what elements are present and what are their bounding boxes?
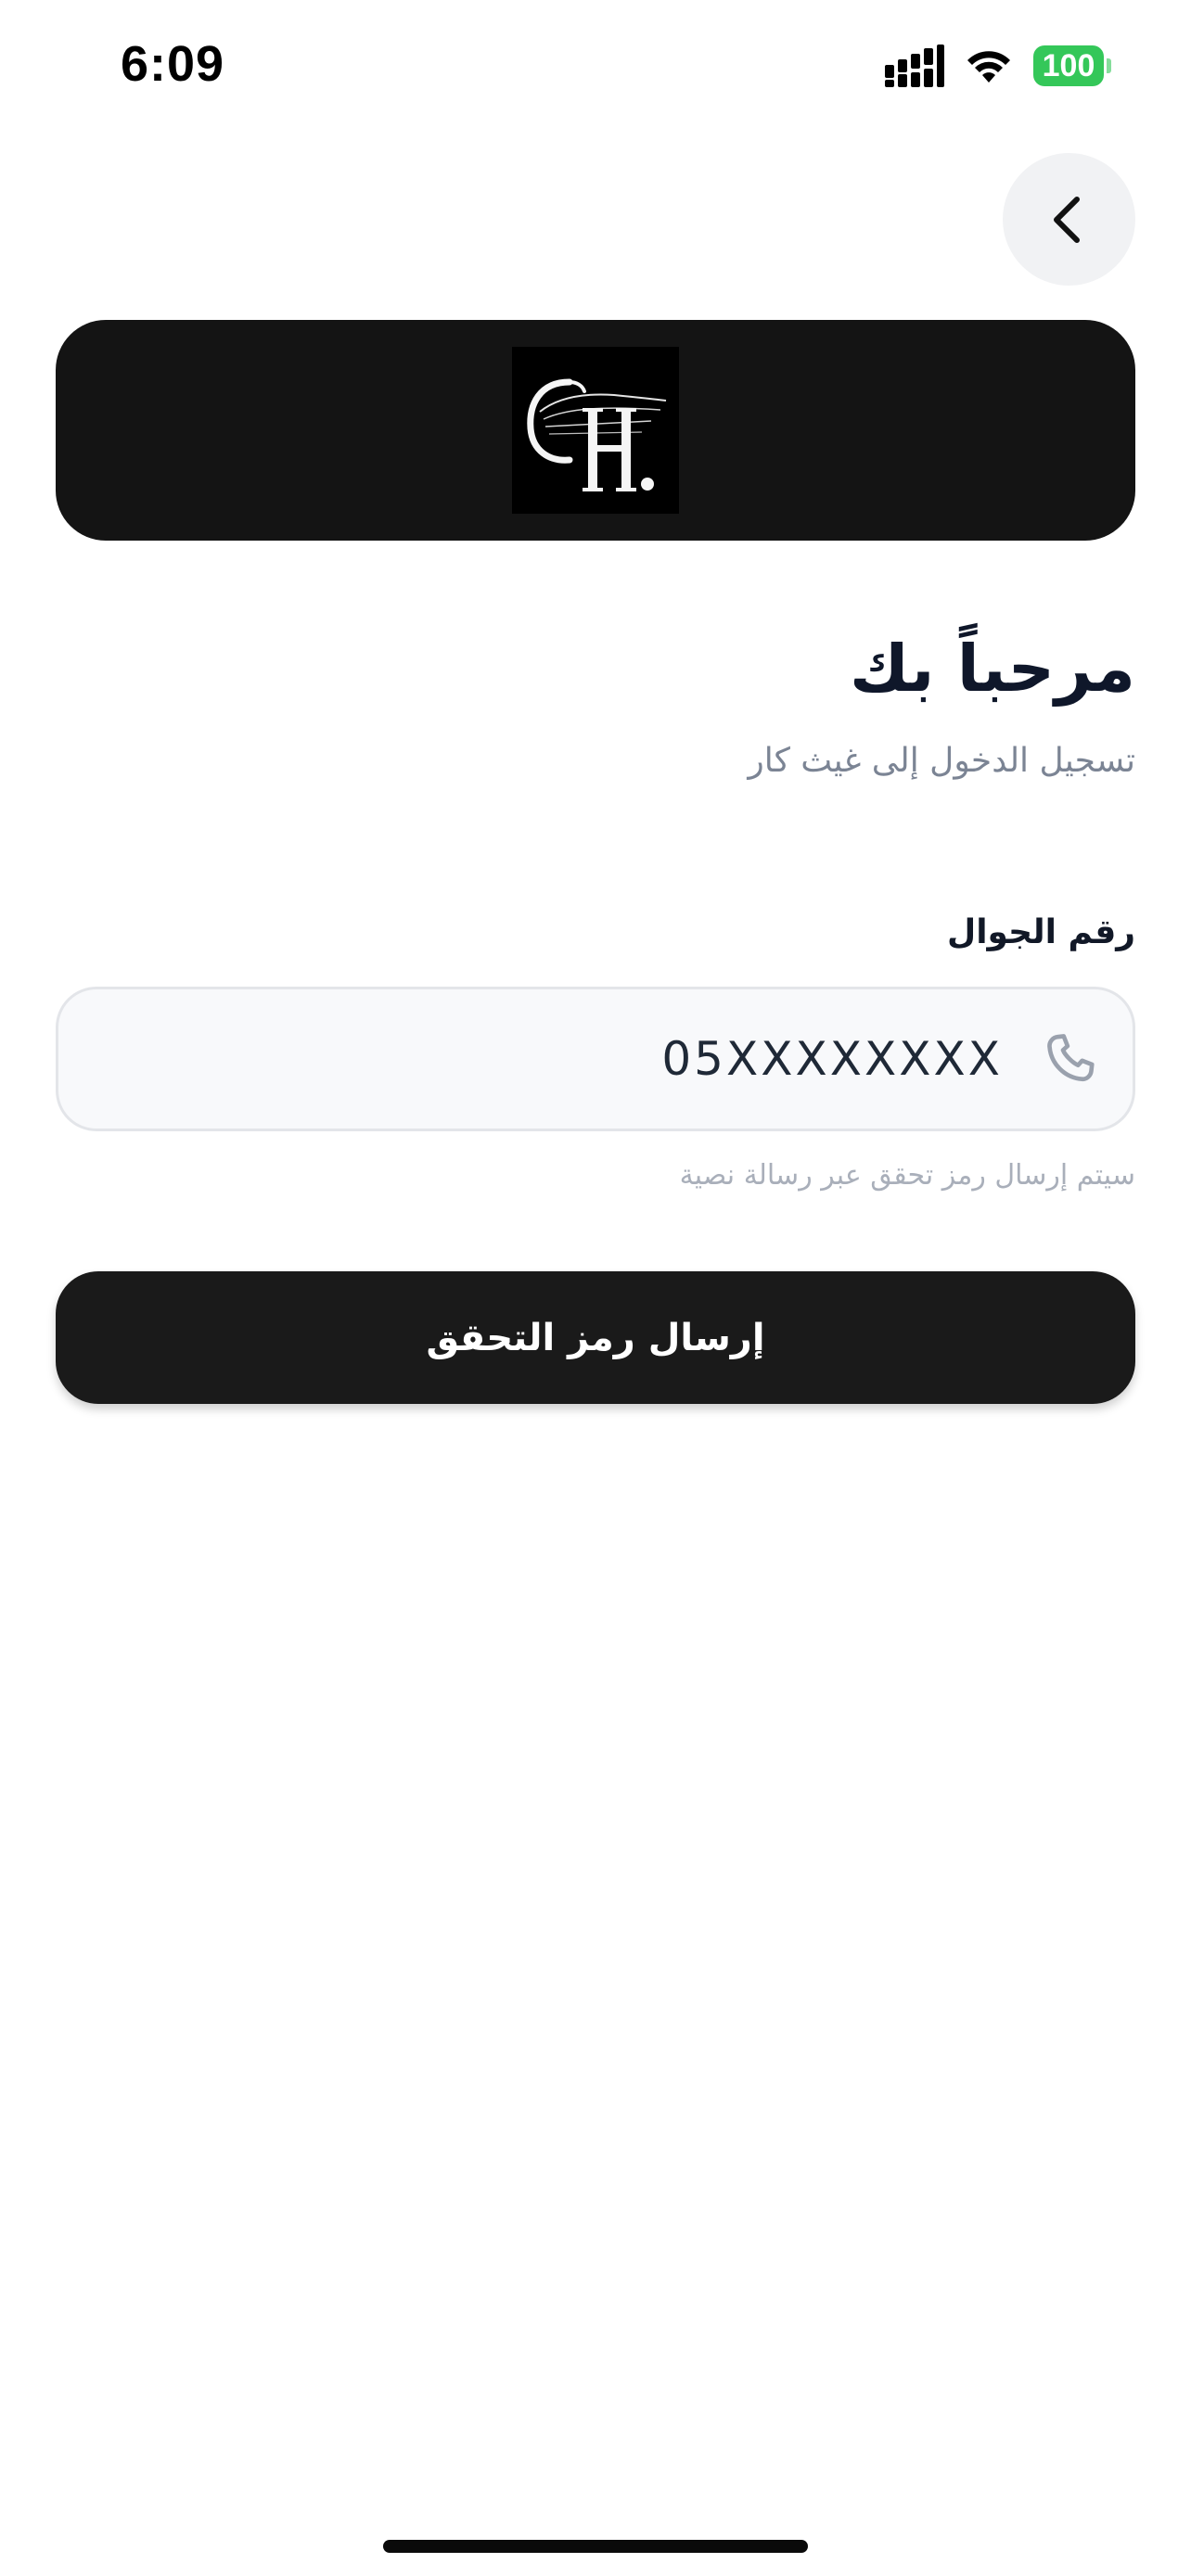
status-time: 6:09 (121, 36, 225, 92)
back-button[interactable] (1003, 153, 1135, 286)
battery-level: 100 (1033, 45, 1104, 86)
status-icons: 100 (885, 43, 1111, 89)
signal-icon (885, 45, 944, 87)
status-bar: 6:09 100 (0, 0, 1191, 139)
helper-text: سيتم إرسال رمز تحقق عبر رسالة نصية (679, 1159, 1135, 1192)
send-code-button[interactable]: إرسال رمز التحقق (56, 1271, 1135, 1404)
brand-logo (512, 347, 679, 514)
battery-icon: 100 (1033, 45, 1111, 86)
home-indicator[interactable] (383, 2540, 808, 2553)
phone-input[interactable] (86, 989, 1003, 1129)
page-subtitle: تسجيل الدخول إلى غيث كار (748, 742, 1135, 780)
phone-icon (1047, 1034, 1095, 1082)
chevron-left-icon (1053, 196, 1080, 243)
phone-label: رقم الجوال (946, 913, 1135, 951)
battery-tip (1107, 58, 1111, 73)
phone-field-container[interactable] (56, 987, 1135, 1131)
logo-banner (56, 320, 1135, 541)
wifi-icon (967, 51, 1010, 83)
car-logo-icon (527, 378, 667, 491)
page-title: مرحباً بك (849, 631, 1135, 707)
